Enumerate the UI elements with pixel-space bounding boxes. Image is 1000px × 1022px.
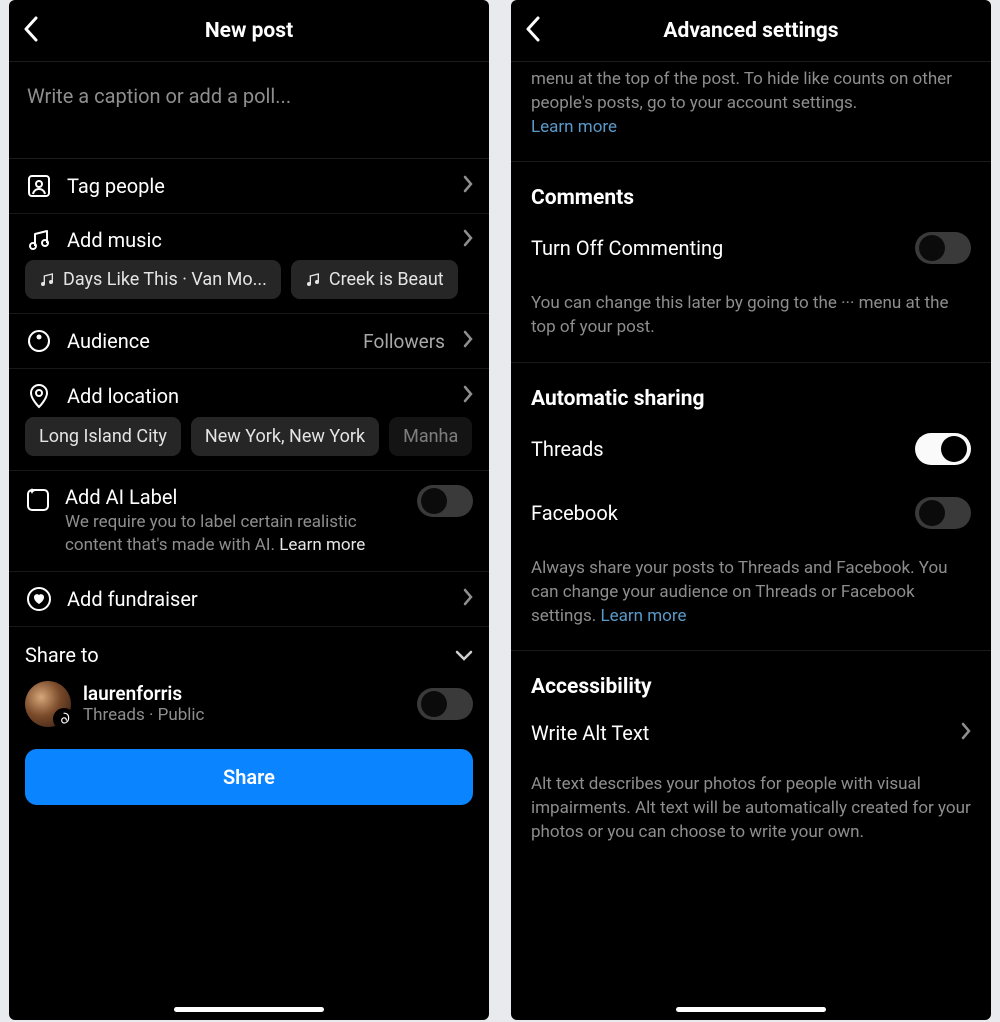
music-chip-label: Creek is Beaut: [329, 269, 444, 290]
account-name: laurenforris: [83, 682, 405, 705]
chevron-right-icon: [463, 175, 473, 197]
turn-off-commenting-row: Turn Off Commenting: [511, 216, 991, 280]
share-threads-row: Threads: [511, 417, 991, 481]
new-post-screen: New post Write a caption or add a poll..…: [9, 0, 489, 1020]
music-icon: [25, 228, 53, 252]
account-sub: Threads · Public: [83, 705, 405, 725]
caption-input[interactable]: Write a caption or add a poll...: [9, 62, 489, 159]
home-indicator: [174, 1007, 324, 1012]
tag-people-row[interactable]: Tag people: [9, 159, 489, 214]
threads-badge-icon: [53, 708, 75, 730]
location-chip[interactable]: New York, New York: [191, 417, 379, 456]
threads-label: Threads: [531, 437, 604, 461]
turn-off-commenting-label: Turn Off Commenting: [531, 236, 723, 260]
tag-people-label: Tag people: [67, 174, 449, 198]
threads-toggle[interactable]: [915, 433, 971, 465]
comments-section-title: Comments: [511, 168, 991, 216]
add-music-row[interactable]: Add music: [9, 214, 489, 260]
location-icon: [25, 383, 53, 409]
facebook-label: Facebook: [531, 501, 618, 525]
music-chip-label: Days Like This · Van Mo...: [63, 269, 267, 290]
music-note-icon: [305, 272, 321, 288]
home-indicator: [676, 1007, 826, 1012]
audience-label: Audience: [67, 329, 349, 353]
automatic-sharing-title: Automatic sharing: [511, 369, 991, 417]
chevron-right-icon: [463, 588, 473, 610]
audience-row[interactable]: Audience Followers: [9, 314, 489, 369]
add-location-label: Add location: [67, 384, 449, 408]
learn-more-link[interactable]: Learn more: [279, 535, 365, 555]
chevron-left-icon: [525, 16, 541, 42]
avatar: [25, 681, 71, 727]
add-fundraiser-label: Add fundraiser: [67, 587, 449, 611]
share-button[interactable]: Share: [25, 749, 473, 805]
learn-more-link[interactable]: Learn more: [600, 606, 686, 626]
tag-people-icon: [25, 173, 53, 199]
location-chip[interactable]: Manha: [389, 417, 472, 456]
advanced-settings-screen: Advanced settings menu at the top of the…: [511, 0, 991, 1020]
music-note-icon: [39, 272, 55, 288]
audience-value: Followers: [363, 330, 445, 353]
music-chip[interactable]: Creek is Beaut: [291, 260, 458, 299]
chevron-right-icon: [463, 229, 473, 251]
add-music-label: Add music: [67, 228, 449, 252]
write-alt-text-row[interactable]: Write Alt Text: [511, 705, 991, 761]
music-suggestions: Days Like This · Van Mo... Creek is Beau…: [9, 260, 489, 314]
accessibility-title: Accessibility: [511, 657, 991, 705]
learn-more-link[interactable]: Learn more: [531, 117, 617, 137]
chevron-right-icon: [463, 330, 473, 352]
back-button[interactable]: [23, 16, 39, 46]
music-chip[interactable]: Days Like This · Van Mo...: [25, 260, 281, 299]
ai-label-desc: We require you to label certain realisti…: [65, 511, 403, 557]
like-count-desc: menu at the top of the post. To hide lik…: [511, 62, 991, 155]
comments-desc: You can change this later by going to th…: [511, 280, 991, 356]
chevron-right-icon: [463, 385, 473, 407]
add-fundraiser-row[interactable]: Add fundraiser: [9, 572, 489, 627]
share-account-row: laurenforris Threads · Public: [9, 673, 489, 743]
ai-label-title: Add AI Label: [65, 485, 403, 509]
fundraiser-icon: [25, 586, 53, 612]
chevron-right-icon: [961, 721, 971, 745]
chevron-left-icon: [23, 16, 39, 42]
back-button[interactable]: [525, 16, 541, 46]
share-to-label: Share to: [25, 643, 99, 667]
add-location-row[interactable]: Add location: [9, 369, 489, 417]
sharing-desc: Always share your posts to Threads and F…: [511, 545, 991, 644]
ai-label-row: Add AI Label We require you to label cer…: [9, 471, 489, 572]
ai-label-toggle[interactable]: [417, 485, 473, 517]
turn-off-commenting-toggle[interactable]: [915, 232, 971, 264]
header: Advanced settings: [511, 0, 991, 62]
facebook-toggle[interactable]: [915, 497, 971, 529]
alt-text-desc: Alt text describes your photos for peopl…: [511, 761, 991, 860]
header-title: New post: [205, 19, 293, 43]
header: New post: [9, 0, 489, 62]
write-alt-text-label: Write Alt Text: [531, 721, 649, 745]
chevron-down-icon: [455, 643, 473, 667]
ai-label-icon: [25, 487, 51, 517]
audience-icon: [25, 328, 53, 354]
header-title: Advanced settings: [663, 19, 838, 43]
share-facebook-row: Facebook: [511, 481, 991, 545]
share-to-header[interactable]: Share to: [9, 627, 489, 673]
location-chip[interactable]: Long Island City: [25, 417, 181, 456]
share-threads-toggle[interactable]: [417, 688, 473, 720]
location-suggestions: Long Island City New York, New York Manh…: [9, 417, 489, 471]
